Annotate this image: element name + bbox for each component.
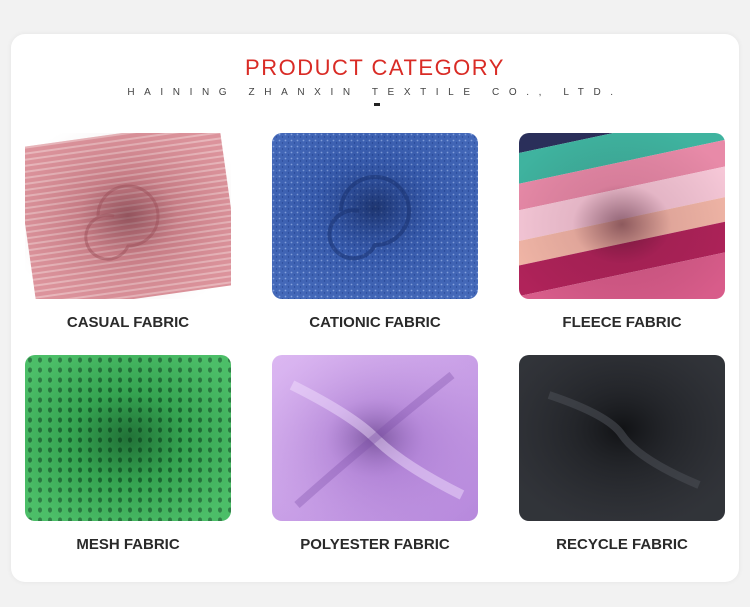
fleece-fabric-swatch [519, 133, 725, 299]
company-name: HAINING ZHANXIN TEXTILE CO., LTD. [127, 87, 623, 98]
mesh-fabric-swatch [25, 355, 231, 521]
casual-fabric-image[interactable] [25, 133, 231, 299]
fleece-fabric-label[interactable]: FLEECE FABRIC [507, 314, 737, 332]
mesh-fabric-label[interactable]: MESH FABRIC [13, 536, 243, 554]
recycle-fabric-swatch [519, 355, 725, 521]
page-title: PRODUCT CATEGORY [245, 55, 505, 80]
recycle-fabric-image[interactable] [519, 355, 725, 521]
recycle-fabric-label[interactable]: RECYCLE FABRIC [507, 536, 737, 554]
cationic-fabric-swatch [272, 133, 478, 299]
cationic-fabric-label[interactable]: CATIONIC FABRIC [260, 314, 490, 332]
polyester-fabric-swatch [272, 355, 478, 521]
polyester-fabric-image[interactable] [272, 355, 478, 521]
cationic-fabric-image[interactable] [272, 133, 478, 299]
fleece-fabric-image[interactable] [519, 133, 725, 299]
title-divider [374, 103, 380, 106]
polyester-fabric-label[interactable]: POLYESTER FABRIC [260, 536, 490, 554]
mesh-fabric-image[interactable] [25, 355, 231, 521]
casual-fabric-swatch [25, 133, 231, 299]
casual-fabric-label[interactable]: CASUAL FABRIC [13, 314, 243, 332]
